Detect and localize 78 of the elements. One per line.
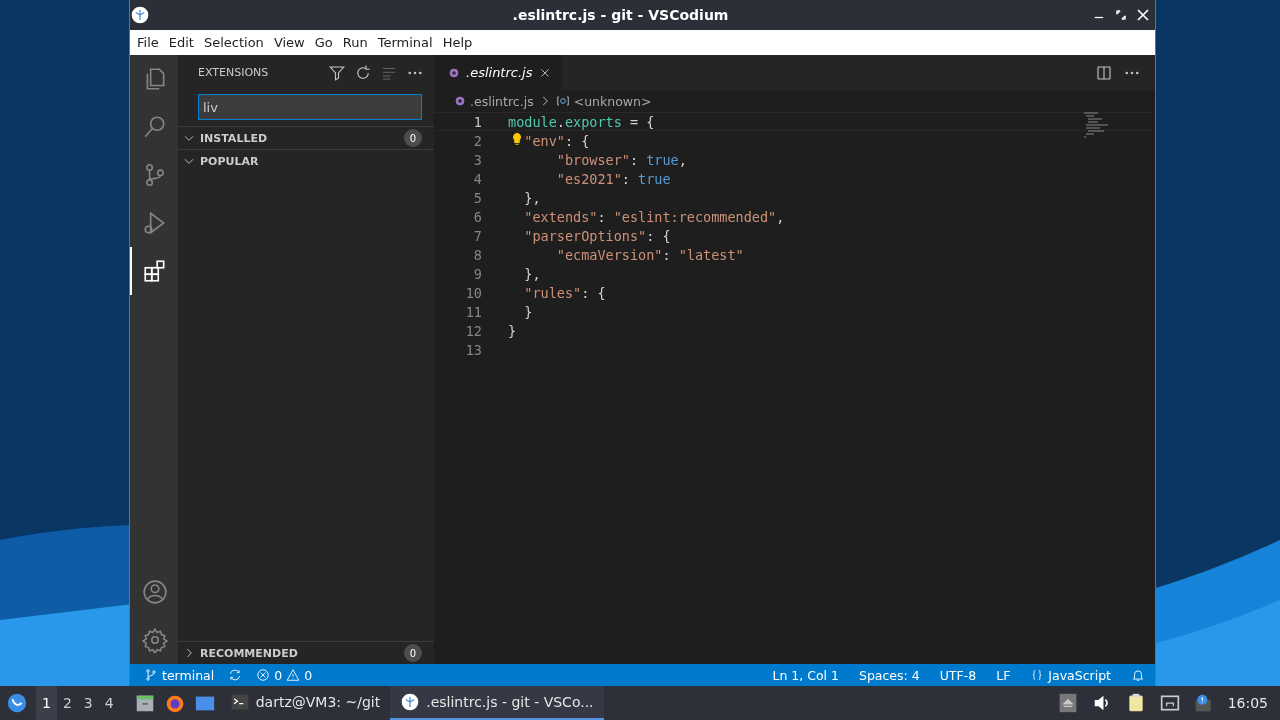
file-icon: [454, 95, 466, 107]
workspace-button[interactable]: 1: [36, 686, 57, 720]
menu-item[interactable]: Go: [309, 35, 338, 50]
line-number: 3: [472, 151, 483, 168]
notification-icon[interactable]: [1193, 693, 1214, 713]
branch-status[interactable]: terminal: [144, 667, 215, 683]
count-badge: 0: [404, 644, 422, 662]
bell-icon[interactable]: [1131, 668, 1145, 682]
code-line: "env": {: [524, 132, 590, 149]
branch-icon: [144, 668, 158, 682]
settings-icon: [142, 627, 168, 653]
menu-item[interactable]: Terminal: [372, 35, 438, 50]
terminal-icon: [229, 692, 250, 712]
menu-item[interactable]: Selection: [198, 35, 269, 50]
line-number: 11: [464, 303, 483, 320]
code-line: }: [524, 303, 533, 320]
status-item[interactable]: LF: [996, 667, 1011, 683]
line-number: 7: [472, 227, 483, 244]
line-number: 1: [472, 113, 483, 130]
network-icon[interactable]: [1159, 693, 1180, 713]
file-icon: [448, 66, 460, 79]
symbol-icon: [555, 94, 570, 108]
code-line: "rules": {: [524, 284, 606, 301]
search-field[interactable]: liv: [198, 94, 422, 120]
filter-icon[interactable]: [328, 63, 346, 82]
code-line: "parserOptions": {: [524, 227, 671, 244]
menu-item[interactable]: Edit: [163, 35, 199, 50]
account-icon: [142, 579, 168, 605]
code-line: module.exports = {: [508, 113, 655, 130]
breadcrumb[interactable]: .eslintrc.js: [470, 93, 534, 109]
warning-icon: [286, 668, 301, 682]
section-header[interactable]: INSTALLED 0: [178, 126, 434, 149]
split-editor-icon[interactable]: [1095, 63, 1113, 82]
language-status[interactable]: JavaScript: [1030, 667, 1111, 683]
workspace-button[interactable]: 3: [77, 695, 99, 711]
status-item[interactable]: Spaces: 4: [858, 667, 920, 683]
code-line: },: [524, 189, 541, 206]
lightbulb-icon: [510, 131, 524, 147]
code-line: "browser": true,: [556, 151, 687, 168]
start-menu-icon[interactable]: [6, 692, 28, 714]
problems-status[interactable]: 0 0: [256, 667, 313, 683]
status-item[interactable]: Ln 1, Col 1: [772, 667, 839, 683]
workspace-button[interactable]: 4: [98, 695, 120, 711]
error-icon: [256, 668, 271, 682]
menu-item[interactable]: Run: [337, 35, 373, 50]
eject-icon[interactable]: [1057, 693, 1078, 713]
menu-item[interactable]: File: [132, 35, 164, 50]
status-item[interactable]: UTF-8: [939, 667, 977, 683]
line-number: 6: [472, 208, 483, 225]
app-icon: [400, 692, 421, 712]
workspace-button[interactable]: 2: [56, 695, 78, 711]
line-number: 8: [472, 246, 483, 263]
line-number: 13: [464, 341, 483, 358]
line-number: 5: [472, 189, 483, 206]
line-number: 2: [472, 132, 483, 149]
app-icon: [130, 5, 150, 25]
breadcrumb[interactable]: <unknown>: [573, 93, 652, 109]
taskbar-task[interactable]: .eslintrc.js - git - VSCo...: [390, 686, 604, 720]
code-line: "extends": "eslint:recommended",: [524, 208, 785, 225]
line-number: 10: [464, 284, 483, 301]
code-line: },: [524, 265, 541, 282]
count-badge: 0: [404, 129, 422, 147]
line-number: 4: [472, 170, 483, 187]
line-number: 12: [464, 322, 483, 339]
line-number: 9: [472, 265, 483, 282]
taskbar-task[interactable]: dartz@VM3: ~/git: [219, 686, 391, 720]
menu-item[interactable]: Help: [437, 35, 478, 50]
code-line: }: [508, 322, 517, 339]
editor-tab[interactable]: .eslintrc.js: [434, 55, 563, 90]
clock: 16:05: [1227, 695, 1268, 711]
section-header[interactable]: POPULAR: [178, 149, 434, 172]
menu-item[interactable]: View: [268, 35, 310, 50]
refresh-icon[interactable]: [354, 63, 372, 82]
sync-icon[interactable]: [228, 668, 243, 682]
window-title: .eslintrc.js - git - VSCodium: [511, 7, 730, 23]
sidebar-title: EXTENSIONS: [198, 66, 270, 79]
code-line: "ecmaVersion": "latest": [556, 246, 744, 263]
code-line: "es2021": true: [556, 170, 671, 187]
